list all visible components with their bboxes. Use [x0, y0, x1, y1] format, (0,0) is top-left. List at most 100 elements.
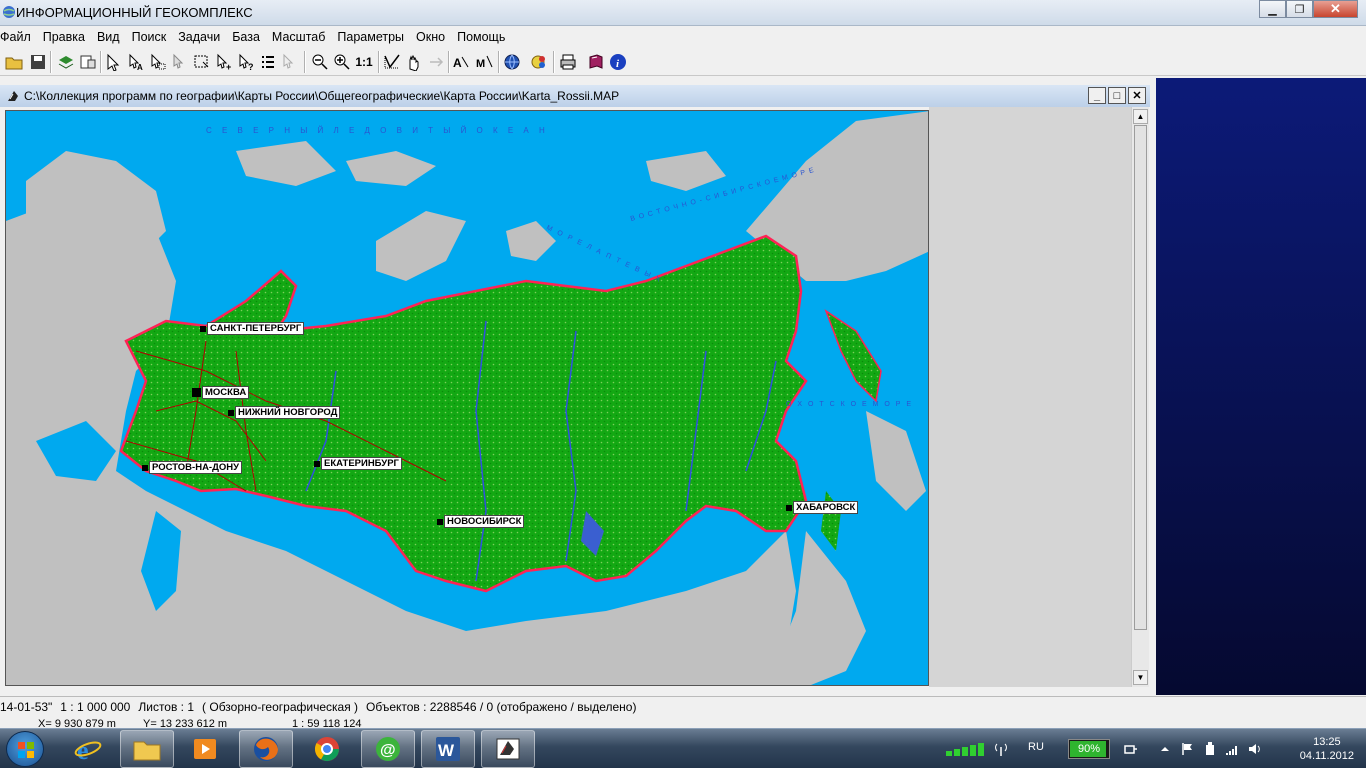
- select-add-icon[interactable]: +: [214, 52, 234, 72]
- city-marker: [142, 464, 148, 471]
- city-yekaterinburg[interactable]: ЕКАТЕРИНБУРГ: [314, 457, 402, 470]
- save-icon[interactable]: [28, 52, 48, 72]
- usb-device-icon[interactable]: [1203, 742, 1217, 756]
- city-moscow[interactable]: МОСКВА: [192, 386, 250, 399]
- show-hidden-icons-icon[interactable]: [1158, 742, 1172, 756]
- status-bar-coordinates: X= 9 930 879 m Y= 13 233 612 m 1 : 59 11…: [0, 716, 1366, 728]
- select-object-icon[interactable]: [104, 52, 124, 72]
- taskbar-mail-agent-icon[interactable]: @: [361, 730, 415, 768]
- menu-scale[interactable]: Масштаб: [266, 30, 331, 44]
- map-close-button[interactable]: ✕: [1128, 87, 1146, 104]
- network-bars-icon[interactable]: [1225, 742, 1239, 756]
- text-tool-icon[interactable]: A: [452, 52, 472, 72]
- vertical-scrollbar[interactable]: ▲ ▼: [1131, 107, 1149, 687]
- menu-file[interactable]: Файл: [0, 30, 37, 44]
- menu-window[interactable]: Окно: [410, 30, 451, 44]
- map-label-icon[interactable]: M: [475, 52, 495, 72]
- select-query-icon[interactable]: ?: [236, 52, 256, 72]
- menu-bar: Файл Правка Вид Поиск Задачи База Масшта…: [0, 26, 1366, 48]
- taskbar-media-player-icon[interactable]: [179, 730, 233, 768]
- menu-search[interactable]: Поиск: [126, 30, 173, 44]
- power-plug-icon[interactable]: [1123, 742, 1137, 756]
- taskbar-ie-icon[interactable]: e: [61, 730, 115, 768]
- scroll-down-arrow-icon[interactable]: ▼: [1133, 670, 1148, 685]
- russia-map: С Е В Е Р Н Ы Й Л Е Д О В И Т Ы Й О К Е …: [6, 111, 928, 685]
- city-marker: [228, 409, 234, 416]
- select-region-icon[interactable]: [382, 52, 402, 72]
- status-sheets: Листов : 1: [138, 699, 195, 714]
- info-icon[interactable]: i: [608, 52, 628, 72]
- taskbar-chrome-icon[interactable]: [300, 730, 354, 768]
- select-area-icon[interactable]: [148, 52, 168, 72]
- taskbar-explorer-icon[interactable]: [120, 730, 174, 768]
- zoom-in-icon[interactable]: [332, 52, 352, 72]
- zoom-out-icon[interactable]: [310, 52, 330, 72]
- map-maximize-button[interactable]: □: [1108, 87, 1126, 104]
- layers-icon[interactable]: [56, 52, 76, 72]
- menu-help[interactable]: Помощь: [451, 30, 511, 44]
- select-text-icon[interactable]: A: [126, 52, 146, 72]
- map-canvas[interactable]: С Е В Е Р Н Ы Й Л Е Д О В И Т Ы Й О К Е …: [5, 110, 929, 686]
- taskbar-word-icon[interactable]: W: [421, 730, 475, 768]
- select-disabled-icon[interactable]: [280, 52, 300, 72]
- rectangle-select-icon[interactable]: [192, 52, 212, 72]
- antenna-icon[interactable]: [994, 742, 1008, 756]
- battery-indicator[interactable]: 90%: [1068, 739, 1110, 759]
- city-saint-petersburg[interactable]: САНКТ-ПЕТЕРБУРГ: [200, 322, 305, 335]
- menu-database[interactable]: База: [226, 30, 266, 44]
- close-button[interactable]: ✕: [1313, 0, 1358, 18]
- map-minimize-button[interactable]: _: [1088, 87, 1106, 104]
- svg-text:+: +: [226, 62, 231, 71]
- city-label: САНКТ-ПЕТЕРБУРГ: [207, 322, 305, 335]
- taskbar-firefox-icon[interactable]: [239, 730, 293, 768]
- minimize-button[interactable]: ▁: [1259, 0, 1286, 18]
- settings-colors-icon[interactable]: [530, 52, 550, 72]
- city-novosibirsk[interactable]: НОВОСИБИРСК: [437, 515, 525, 528]
- city-label: ХАБАРОВСК: [793, 501, 859, 514]
- city-marker: [192, 388, 201, 397]
- open-folder-icon[interactable]: [4, 52, 24, 72]
- taskbar-geocomplex-icon[interactable]: [481, 730, 535, 768]
- signal-strength-icon: [946, 743, 984, 756]
- select-grey-icon[interactable]: [170, 52, 190, 72]
- svg-text:@: @: [380, 742, 396, 759]
- toolbar: A + ? 1:1 A M i: [0, 48, 1366, 76]
- menu-parameters[interactable]: Параметры: [331, 30, 410, 44]
- menu-edit[interactable]: Правка: [37, 30, 91, 44]
- maximize-button[interactable]: ❐: [1286, 0, 1313, 18]
- globe-icon[interactable]: [502, 52, 522, 72]
- windows-logo-icon: [18, 742, 34, 758]
- scroll-up-arrow-icon[interactable]: ▲: [1133, 109, 1148, 124]
- status-map-type: ( Обзорно-географическая ): [202, 699, 359, 714]
- city-rostov-on-don[interactable]: РОСТОВ-НА-ДОНУ: [142, 461, 243, 474]
- help-book-icon[interactable]: [586, 52, 606, 72]
- status-objects: Объектов : 2288546 / 0 (отображено / выд…: [366, 699, 637, 714]
- menu-tasks[interactable]: Задачи: [172, 30, 226, 44]
- scroll-thumb[interactable]: [1134, 125, 1147, 630]
- print-icon[interactable]: [558, 52, 578, 72]
- menu-view[interactable]: Вид: [91, 30, 126, 44]
- clock[interactable]: 13:25 04.11.2012: [1300, 735, 1354, 763]
- pan-hand-icon[interactable]: [404, 52, 424, 72]
- city-khabarovsk[interactable]: ХАБАРОВСК: [786, 501, 859, 514]
- clock-time: 13:25: [1313, 736, 1341, 748]
- city-nizhny-novgorod[interactable]: НИЖНИЙ НОВГОРОД: [228, 406, 341, 419]
- start-button[interactable]: [6, 731, 44, 767]
- print-preview-icon[interactable]: [78, 52, 98, 72]
- scale-one-to-one-button[interactable]: 1:1: [353, 52, 375, 72]
- language-indicator[interactable]: RU: [1028, 741, 1044, 753]
- status-scale: 1 : 1 000 000: [60, 699, 131, 714]
- map-window-caption[interactable]: C:\Коллекция программ по географии\Карты…: [0, 85, 1150, 107]
- volume-icon[interactable]: [1248, 742, 1262, 756]
- taskbar: e @ W RU 90% 13:25 04.11.2012: [0, 728, 1366, 768]
- move-grey-icon[interactable]: [426, 52, 446, 72]
- desktop-background: [1156, 78, 1366, 695]
- city-marker: [786, 504, 792, 511]
- list-icon[interactable]: [258, 52, 278, 72]
- action-center-flag-icon[interactable]: [1180, 742, 1194, 756]
- city-label: НОВОСИБИРСК: [444, 515, 525, 528]
- city-label: МОСКВА: [202, 386, 250, 399]
- svg-text:?: ?: [248, 62, 254, 71]
- svg-text:M: M: [476, 58, 485, 70]
- sea-label-arctic: С Е В Е Р Н Ы Й Л Е Д О В И Т Ы Й О К Е …: [206, 126, 549, 135]
